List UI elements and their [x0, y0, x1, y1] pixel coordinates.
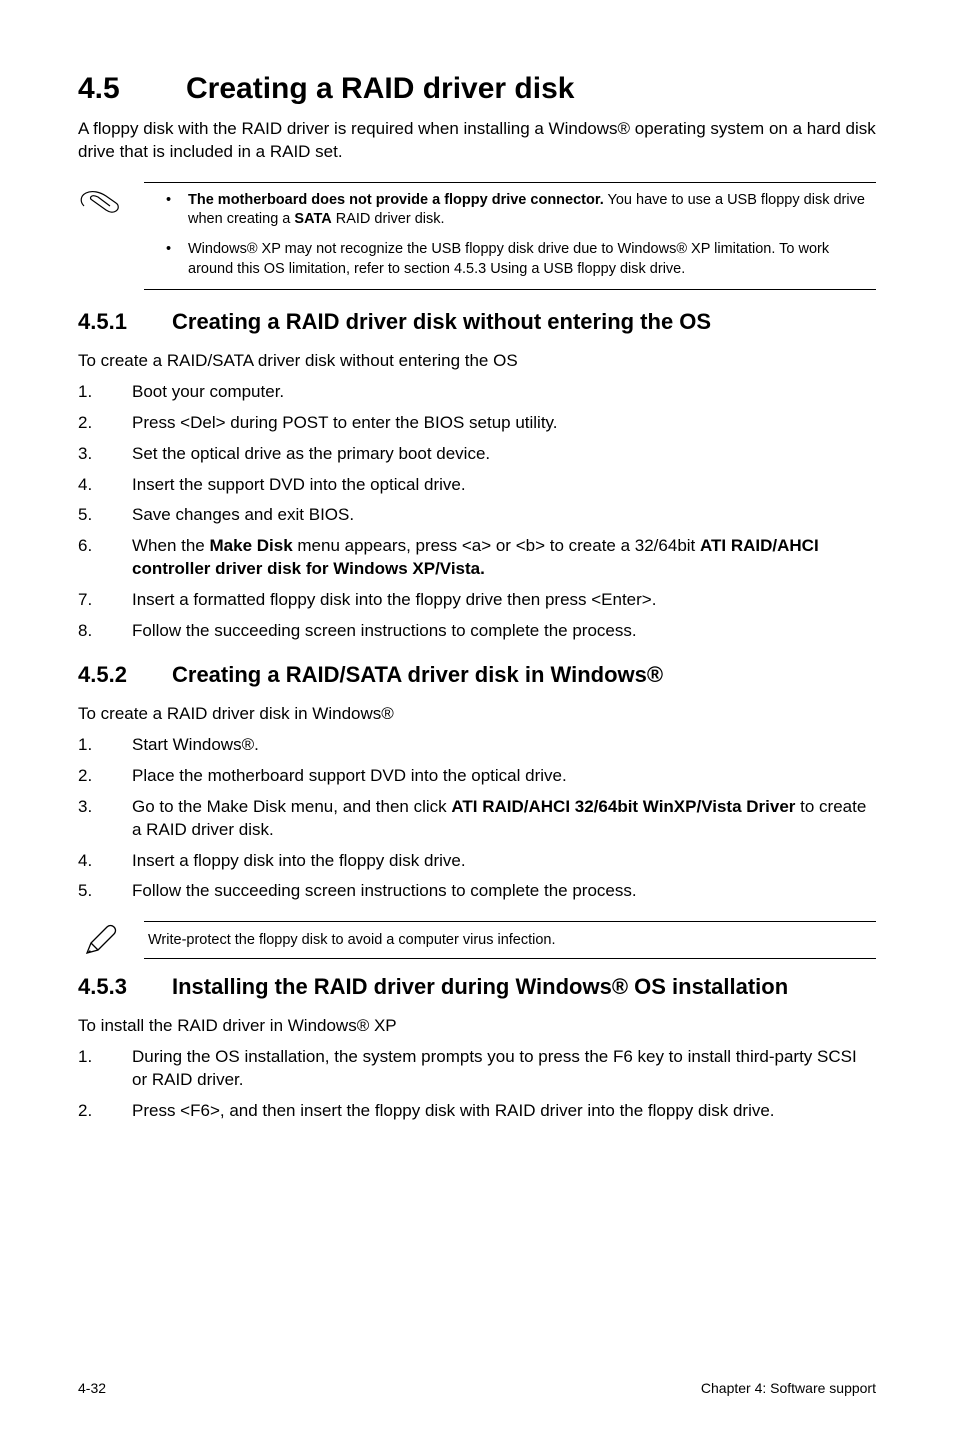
step-text: Go to the Make Disk menu, and then click [132, 797, 451, 816]
step-list: Boot your computer. Press <Del> during P… [78, 381, 876, 643]
step-item: Insert a floppy disk into the floppy dis… [78, 850, 876, 873]
step-item: Insert the support DVD into the optical … [78, 474, 876, 497]
step-bold: Make Disk [210, 536, 293, 555]
step-item: Follow the succeeding screen instruction… [78, 620, 876, 643]
step-item: Save changes and exit BIOS. [78, 504, 876, 527]
step-item: Go to the Make Disk menu, and then click… [78, 796, 876, 842]
step-list: During the OS installation, the system p… [78, 1046, 876, 1123]
lead-text: To create a RAID/SATA driver disk withou… [78, 351, 876, 371]
pencil-note-text: Write-protect the floppy disk to avoid a… [144, 921, 876, 959]
note-bold: The motherboard does not provide a flopp… [188, 192, 604, 208]
note-body: The motherboard does not provide a flopp… [144, 182, 876, 290]
page-number: 4-32 [78, 1380, 106, 1396]
step-item: Start Windows®. [78, 734, 876, 757]
step-item: Set the optical drive as the primary boo… [78, 443, 876, 466]
pencil-icon [78, 923, 122, 957]
paperclip-icon [78, 182, 122, 218]
note-bold: SATA [294, 211, 331, 227]
chapter-label: Chapter 4: Software support [701, 1380, 876, 1396]
step-item: Boot your computer. [78, 381, 876, 404]
step-item: Insert a formatted floppy disk into the … [78, 589, 876, 612]
subsection-heading: 4.5.3Installing the RAID driver during W… [78, 973, 876, 1002]
step-item: When the Make Disk menu appears, press <… [78, 535, 876, 581]
step-item: Press <Del> during POST to enter the BIO… [78, 412, 876, 435]
note-bullet: The motherboard does not provide a flopp… [166, 191, 872, 230]
step-item: During the OS installation, the system p… [78, 1046, 876, 1092]
subsection-heading: 4.5.1Creating a RAID driver disk without… [78, 308, 876, 337]
step-item: Place the motherboard support DVD into t… [78, 765, 876, 788]
heading-title: Creating a RAID driver disk without ente… [172, 308, 870, 337]
note-block: The motherboard does not provide a flopp… [78, 182, 876, 290]
note-text: RAID driver disk. [332, 211, 445, 227]
step-item: Follow the succeeding screen instruction… [78, 880, 876, 903]
pencil-note: Write-protect the floppy disk to avoid a… [78, 921, 876, 959]
step-item: Press <F6>, and then insert the floppy d… [78, 1100, 876, 1123]
step-text: When the [132, 536, 210, 555]
intro-paragraph: A floppy disk with the RAID driver is re… [78, 118, 876, 164]
lead-text: To install the RAID driver in Windows® X… [78, 1016, 876, 1036]
heading-number: 4.5.2 [78, 661, 172, 690]
subsection-heading: 4.5.2Creating a RAID/SATA driver disk in… [78, 661, 876, 690]
page-footer: 4-32 Chapter 4: Software support [78, 1380, 876, 1396]
step-list: Start Windows®. Place the motherboard su… [78, 734, 876, 904]
step-text: menu appears, press <a> or <b> to create… [293, 536, 700, 555]
step-bold: ATI RAID/AHCI 32/64bit WinXP/Vista Drive… [451, 797, 795, 816]
heading-title: Installing the RAID driver during Window… [172, 973, 870, 1002]
heading-number: 4.5 [78, 72, 186, 106]
section-heading: 4.5Creating a RAID driver disk [78, 72, 876, 106]
note-bullet: Windows® XP may not recognize the USB fl… [166, 240, 872, 279]
heading-number: 4.5.1 [78, 308, 172, 337]
heading-number: 4.5.3 [78, 973, 172, 1002]
lead-text: To create a RAID driver disk in Windows® [78, 704, 876, 724]
heading-title: Creating a RAID/SATA driver disk in Wind… [172, 661, 870, 690]
heading-title: Creating a RAID driver disk [186, 72, 574, 105]
